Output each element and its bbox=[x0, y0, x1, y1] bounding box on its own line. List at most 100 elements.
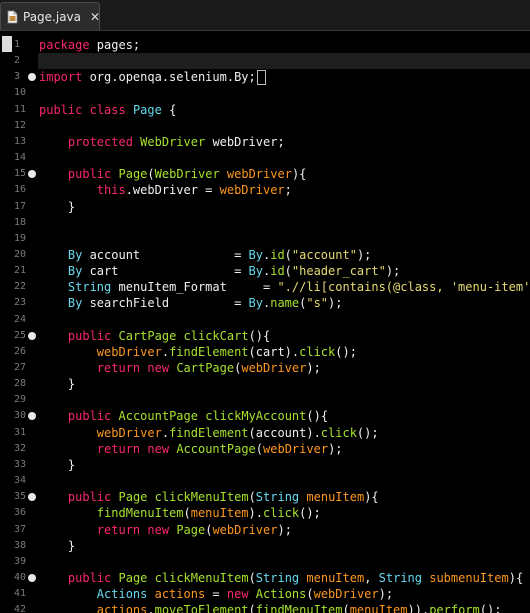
code-token: Page bbox=[132, 102, 162, 117]
line-number: 10 bbox=[14, 87, 27, 99]
code-line[interactable]: 1 package pages; bbox=[0, 37, 530, 53]
code-line[interactable]: 10 bbox=[0, 85, 530, 101]
code-token: click bbox=[299, 344, 336, 359]
code-line[interactable]: 12 bbox=[0, 118, 530, 134]
fold-marker-icon[interactable] bbox=[28, 170, 36, 179]
code-token: (account). bbox=[248, 425, 321, 440]
code-token: protected bbox=[67, 134, 133, 149]
code-line[interactable]: 40 public Page clickMenuItem(String menu… bbox=[0, 570, 530, 586]
fold-marker-icon[interactable] bbox=[28, 73, 36, 82]
code-token: ); bbox=[378, 587, 394, 602]
code-line[interactable]: 14 bbox=[0, 150, 530, 166]
fold-marker-icon[interactable] bbox=[28, 331, 36, 340]
code-line[interactable]: 31 webDriver.findElement(account).click(… bbox=[0, 425, 530, 441]
code-line[interactable]: 26 webDriver.findElement(cart).click(); bbox=[0, 344, 530, 360]
code-line[interactable]: 38 } bbox=[0, 538, 530, 554]
code-token: ( bbox=[284, 264, 292, 279]
code-line[interactable]: 3 import org.openqa.selenium.By; bbox=[0, 69, 530, 86]
code-token: this bbox=[96, 183, 126, 198]
line-number: 17 bbox=[14, 200, 27, 212]
code-token: ); bbox=[356, 247, 372, 262]
code-text: package pages; bbox=[39, 37, 140, 53]
code-token: Page bbox=[176, 522, 206, 537]
code-token: moveToElement bbox=[154, 603, 249, 613]
code-token: (cart). bbox=[248, 344, 300, 359]
line-number: 21 bbox=[14, 265, 27, 277]
code-line[interactable]: 16 this.webDriver = webDriver; bbox=[0, 182, 530, 198]
code-token: (); bbox=[335, 344, 357, 359]
code-token: public bbox=[67, 409, 112, 424]
code-text: actions.moveToElement(findMenuItem(menuI… bbox=[39, 602, 502, 613]
line-number: 28 bbox=[14, 378, 27, 390]
code-token: ( bbox=[284, 247, 292, 262]
code-token: AccountPage bbox=[118, 409, 198, 424]
code-text: } bbox=[39, 376, 75, 392]
code-text: public Page clickMenuItem(String menuIte… bbox=[39, 570, 523, 586]
code-line[interactable]: 32 return new AccountPage(webDriver); bbox=[0, 441, 530, 457]
code-line[interactable]: 21 By cart = By.id("header_cart"); bbox=[0, 263, 530, 279]
code-line[interactable]: 13 protected WebDriver webDriver; bbox=[0, 134, 530, 150]
code-line[interactable]: 19 bbox=[0, 231, 530, 247]
code-line[interactable]: 29 bbox=[0, 392, 530, 408]
line-number: 36 bbox=[14, 507, 27, 519]
code-line[interactable]: 25 public CartPage clickCart(){ bbox=[0, 328, 530, 344]
code-line[interactable]: 42 actions.moveToElement(findMenuItem(me… bbox=[0, 602, 530, 613]
code-line[interactable]: 34 bbox=[0, 473, 530, 489]
line-number: 38 bbox=[14, 539, 27, 551]
code-token: clickCart bbox=[183, 328, 249, 343]
code-token: WebDriver bbox=[140, 134, 206, 149]
code-line[interactable]: 22 String menuItem_Format = ".//li[conta… bbox=[0, 279, 530, 295]
code-line[interactable]: 33 } bbox=[0, 457, 530, 473]
code-line[interactable]: 20 By account = By.id("account"); bbox=[0, 247, 530, 263]
code-line[interactable]: 28 } bbox=[0, 376, 530, 392]
code-token: webDriver bbox=[212, 522, 278, 537]
code-line[interactable]: 41 Actions actions = new Actions(webDriv… bbox=[0, 586, 530, 602]
line-number: 11 bbox=[14, 103, 27, 115]
code-token: } bbox=[39, 377, 76, 392]
code-line[interactable]: 30 public AccountPage clickMyAccount(){ bbox=[0, 408, 530, 424]
java-file-icon bbox=[7, 10, 18, 24]
line-number: 26 bbox=[14, 345, 27, 357]
fold-marker-icon[interactable] bbox=[28, 412, 36, 421]
fold-marker-icon[interactable] bbox=[28, 493, 36, 502]
close-icon[interactable]: ✕ bbox=[90, 10, 100, 24]
code-line[interactable]: 24 bbox=[0, 312, 530, 328]
code-line[interactable]: 35 public Page clickMenuItem(String menu… bbox=[0, 489, 530, 505]
code-line[interactable]: 37 return new Page(webDriver); bbox=[0, 522, 530, 538]
code-token: findElement bbox=[169, 425, 249, 440]
code-line[interactable]: 11 public class Page { bbox=[0, 102, 530, 118]
code-token: { bbox=[161, 102, 177, 117]
code-line[interactable]: 23 By searchField = By.name("s"); bbox=[0, 295, 530, 311]
code-line[interactable]: 27 return new CartPage(webDriver); bbox=[0, 360, 530, 376]
code-token: ){ bbox=[508, 570, 524, 585]
code-text: protected WebDriver webDriver; bbox=[39, 134, 285, 150]
code-line[interactable]: 36 findMenuItem(menuItem).click(); bbox=[0, 505, 530, 521]
tab-page-java[interactable]: Page.java ✕ bbox=[0, 2, 100, 30]
code-editor[interactable]: 1 package pages; 2 3 import org.openqa.selen… bbox=[0, 31, 530, 613]
code-line[interactable]: 17 } bbox=[0, 199, 530, 215]
code-text: return new Page(webDriver); bbox=[39, 522, 292, 538]
line-number: 19 bbox=[14, 232, 27, 244]
fold-marker-icon[interactable] bbox=[28, 573, 36, 582]
code-token: pages; bbox=[89, 38, 141, 52]
code-line[interactable]: 2 bbox=[0, 53, 530, 69]
code-token: clickMyAccount bbox=[205, 409, 307, 424]
code-line[interactable]: 39 bbox=[0, 554, 530, 570]
code-text: import org.openqa.selenium.By; bbox=[39, 69, 266, 86]
code-line[interactable]: 18 bbox=[0, 215, 530, 231]
code-line[interactable]: 15 public Page(WebDriver webDriver){ bbox=[0, 166, 530, 182]
